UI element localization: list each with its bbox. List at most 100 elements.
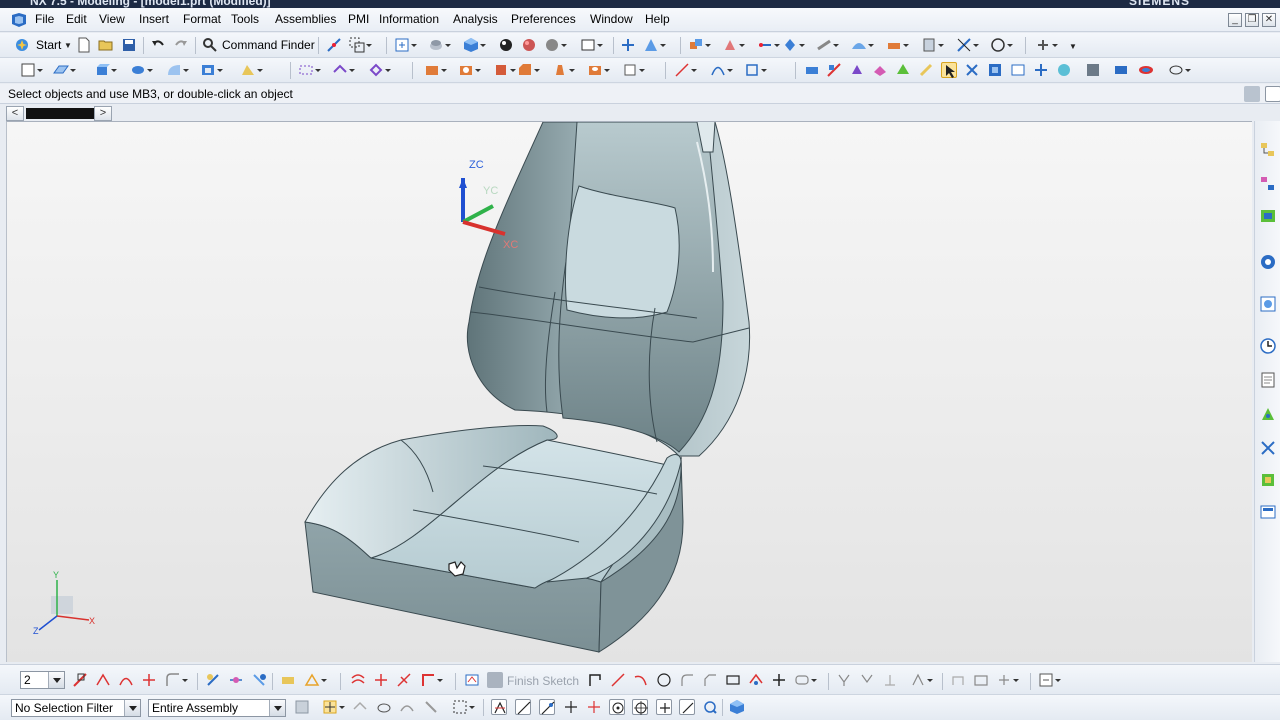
sketch-rectangle-icon[interactable] bbox=[725, 672, 741, 688]
restore-button[interactable]: ❐ bbox=[1245, 13, 1259, 27]
customize-icon[interactable] bbox=[1035, 37, 1058, 53]
part-navigator-icon[interactable] bbox=[1259, 207, 1277, 225]
manufacturing-wizard-icon[interactable] bbox=[1259, 439, 1277, 457]
arc-icon[interactable] bbox=[118, 672, 134, 688]
snap-arc-center-icon[interactable] bbox=[609, 699, 625, 715]
assembly-icon[interactable] bbox=[688, 37, 711, 53]
inferred-dimension-icon[interactable] bbox=[280, 672, 296, 688]
sphere-icon[interactable] bbox=[521, 37, 537, 53]
command-finder-icon[interactable] bbox=[202, 37, 218, 53]
mate-icon[interactable] bbox=[816, 37, 839, 53]
sketch-perpendicular-icon[interactable] bbox=[882, 672, 898, 688]
work-layer-select[interactable]: 2 bbox=[20, 671, 65, 689]
menu-help[interactable]: Help bbox=[645, 12, 670, 26]
graphics-window[interactable]: ZC YC XC Y X Z bbox=[6, 121, 1252, 662]
zoom-icon[interactable] bbox=[428, 37, 451, 53]
revolve-icon[interactable] bbox=[130, 62, 153, 78]
minimize-button[interactable]: _ bbox=[1228, 13, 1242, 27]
undo-icon[interactable] bbox=[150, 37, 166, 53]
start-icon[interactable] bbox=[14, 37, 30, 53]
sketch-offset-icon[interactable] bbox=[950, 672, 966, 688]
fillet-icon[interactable] bbox=[165, 672, 188, 688]
open-folder-icon[interactable] bbox=[98, 37, 114, 53]
make-corner-icon[interactable] bbox=[420, 672, 443, 688]
snap-control-point-icon[interactable] bbox=[539, 699, 555, 715]
subtract-icon[interactable] bbox=[458, 62, 481, 78]
edge-blend-icon[interactable] bbox=[240, 62, 263, 78]
status-icon[interactable] bbox=[1244, 86, 1260, 102]
orient-icon[interactable] bbox=[643, 37, 666, 53]
layer-icon[interactable] bbox=[921, 37, 944, 53]
sketch-line-icon[interactable] bbox=[610, 672, 626, 688]
auto-constrain-icon[interactable] bbox=[251, 672, 267, 688]
point-icon[interactable] bbox=[141, 672, 157, 688]
dimension-icon[interactable] bbox=[228, 672, 244, 688]
snap-quadrant-icon[interactable] bbox=[632, 699, 648, 715]
active-part-tab[interactable] bbox=[26, 108, 94, 119]
measure-icon[interactable] bbox=[956, 37, 979, 53]
reset-filter-icon[interactable] bbox=[294, 699, 310, 715]
thread-icon[interactable] bbox=[622, 62, 645, 78]
command-finder-button[interactable]: Command Finder bbox=[222, 38, 315, 52]
type-filter-select[interactable]: No Selection Filter bbox=[11, 699, 141, 717]
synchronous-icon[interactable] bbox=[804, 62, 820, 78]
wall-icon[interactable] bbox=[1085, 62, 1101, 78]
pattern-face-icon[interactable] bbox=[987, 62, 1003, 78]
sketch-pattern-icon[interactable] bbox=[973, 672, 989, 688]
new-file-icon[interactable] bbox=[76, 37, 92, 53]
sketch-polygon-icon[interactable] bbox=[748, 672, 764, 688]
redo-icon[interactable] bbox=[173, 37, 189, 53]
profile-icon[interactable] bbox=[95, 672, 111, 688]
selection-scope-select[interactable]: Entire Assembly bbox=[148, 699, 286, 717]
selection-priority-icon[interactable] bbox=[729, 699, 745, 715]
menu-edit[interactable]: Edit bbox=[66, 12, 87, 26]
delete-face-icon[interactable] bbox=[964, 62, 980, 78]
sketch-plane-icon[interactable] bbox=[464, 672, 480, 688]
sketch-conic-icon[interactable] bbox=[794, 672, 817, 688]
snap-intersection-icon[interactable] bbox=[563, 699, 579, 715]
select-body-icon[interactable] bbox=[322, 699, 345, 715]
menu-view[interactable]: View bbox=[99, 12, 125, 26]
toolbar-options-icon[interactable]: ▼ bbox=[1065, 39, 1081, 55]
view-orient-icon[interactable] bbox=[580, 37, 603, 53]
hole-icon[interactable] bbox=[587, 62, 610, 78]
snap-point-on-curve-icon[interactable] bbox=[656, 699, 672, 715]
chevron-down-icon[interactable] bbox=[124, 700, 140, 716]
select-arrow-icon[interactable] bbox=[941, 62, 957, 78]
sketch-arc-icon[interactable] bbox=[633, 672, 649, 688]
animate-dimension-icon[interactable] bbox=[304, 672, 327, 688]
save-icon[interactable] bbox=[121, 37, 137, 53]
sketch-task-icon[interactable] bbox=[72, 672, 88, 688]
history-icon[interactable] bbox=[1259, 337, 1277, 355]
line-icon[interactable] bbox=[674, 62, 697, 78]
sketch-mirror-icon[interactable] bbox=[910, 672, 933, 688]
snap-center-icon[interactable] bbox=[586, 699, 602, 715]
web-browser-icon[interactable] bbox=[1259, 295, 1277, 313]
project-curve-icon[interactable] bbox=[744, 62, 767, 78]
nx-app-icon[interactable] bbox=[10, 12, 28, 28]
curve-icon[interactable] bbox=[710, 62, 733, 78]
mirror-face-icon[interactable] bbox=[1010, 62, 1026, 78]
close-button[interactable]: ✕ bbox=[1262, 13, 1276, 27]
render-style-icon[interactable] bbox=[498, 37, 514, 53]
sketch-constraint-icon[interactable] bbox=[836, 672, 852, 688]
draft-icon[interactable] bbox=[552, 62, 575, 78]
quick-trim-icon[interactable] bbox=[373, 672, 389, 688]
system-materials-icon[interactable] bbox=[1259, 371, 1277, 389]
menu-analysis[interactable]: Analysis bbox=[453, 12, 498, 26]
menu-information[interactable]: Information bbox=[379, 12, 439, 26]
cross-section-icon[interactable] bbox=[1033, 62, 1049, 78]
shaded-view-icon[interactable] bbox=[463, 37, 486, 53]
analysis-icon[interactable] bbox=[886, 37, 909, 53]
sketch-circle-icon[interactable] bbox=[656, 672, 672, 688]
trim-body-icon[interactable] bbox=[298, 62, 321, 78]
datum-plane-icon[interactable] bbox=[53, 62, 76, 78]
sketch-chamfer-icon[interactable] bbox=[702, 672, 718, 688]
background-icon[interactable] bbox=[544, 37, 567, 53]
offset-region-icon[interactable] bbox=[872, 62, 888, 78]
constraint-icon[interactable] bbox=[757, 37, 780, 53]
intersect-icon[interactable] bbox=[493, 62, 516, 78]
seat-cushion[interactable] bbox=[304, 425, 684, 653]
menu-tools[interactable]: Tools bbox=[231, 12, 259, 26]
chevron-down-icon[interactable] bbox=[48, 672, 64, 688]
